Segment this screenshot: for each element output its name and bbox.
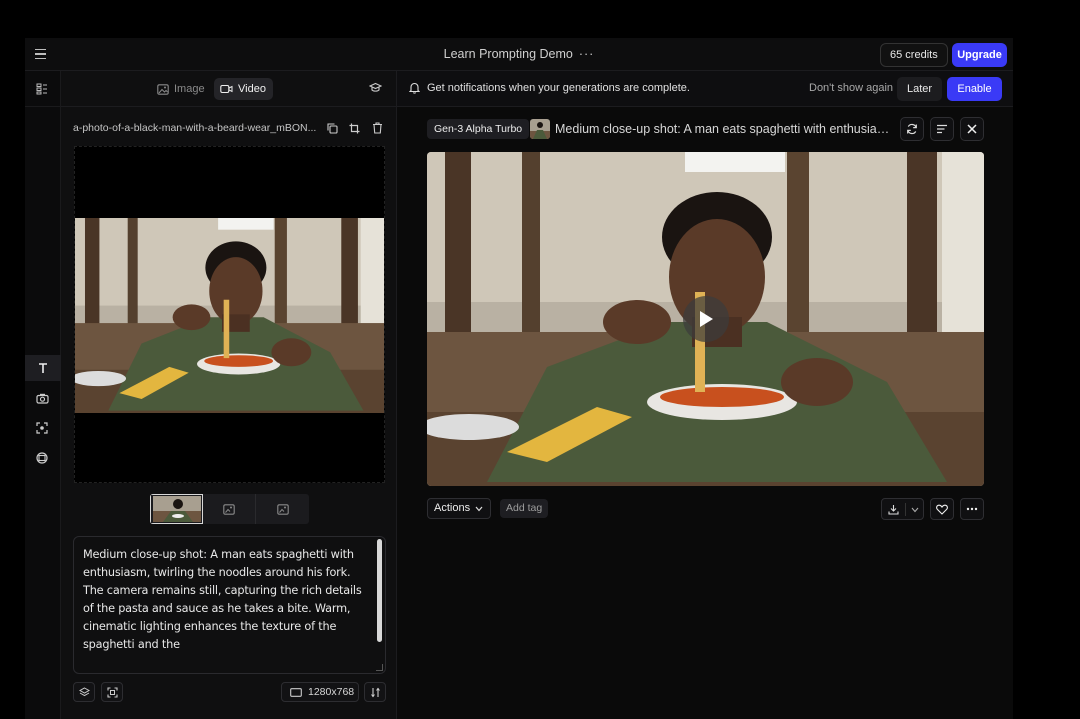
model-badge: Gen-3 Alpha Turbo xyxy=(427,119,530,139)
actions-dropdown[interactable]: Actions xyxy=(427,498,491,519)
notification-text: Get notifications when your generations … xyxy=(427,82,690,94)
close-icon xyxy=(967,124,977,134)
regenerate-button[interactable] xyxy=(900,117,924,141)
camera-icon[interactable] xyxy=(34,390,50,406)
generation-header: Gen-3 Alpha Turbo Medium close-up shot: … xyxy=(427,117,985,141)
add-image-icon xyxy=(223,503,235,515)
sliders-icon xyxy=(370,687,380,697)
prompt-textarea[interactable]: Medium close-up shot: A man eats spaghet… xyxy=(73,536,386,674)
thumbnail-last-frame[interactable] xyxy=(256,494,309,524)
tab-video-label: Video xyxy=(238,83,266,95)
details-button[interactable] xyxy=(930,117,954,141)
close-button[interactable] xyxy=(960,117,984,141)
generation-thumbnail xyxy=(530,119,550,139)
credits-badge[interactable]: 65 credits xyxy=(880,43,948,67)
text-icon[interactable] xyxy=(25,355,61,381)
actions-label: Actions xyxy=(434,502,471,514)
file-row: a-photo-of-a-black-man-with-a-beard-wear… xyxy=(73,121,385,137)
heart-icon xyxy=(936,504,948,515)
source-filename[interactable]: a-photo-of-a-black-man-with-a-beard-wear… xyxy=(73,122,319,134)
source-image-preview[interactable] xyxy=(74,146,385,483)
thumbnail-first-frame[interactable] xyxy=(150,494,203,524)
download-icon xyxy=(888,505,899,515)
bell-icon xyxy=(409,82,420,94)
settings-button[interactable] xyxy=(364,682,386,702)
tab-video[interactable]: Video xyxy=(214,78,273,100)
focus-icon xyxy=(106,686,118,698)
thumbnail-add-frame[interactable] xyxy=(203,494,256,524)
mode-tabs: Image Video xyxy=(61,71,397,107)
prompt-toolbar: 1280x768 xyxy=(73,682,386,704)
left-panel: Image Video a-photo-of-a-black-man-with-… xyxy=(61,71,397,719)
learn-icon[interactable] xyxy=(368,82,383,96)
add-image-icon xyxy=(276,503,289,515)
frame-thumbnails xyxy=(150,494,309,524)
chevron-down-icon xyxy=(911,507,919,513)
more-horizontal-icon xyxy=(966,507,978,511)
tab-image[interactable]: Image xyxy=(151,78,212,100)
app-title-text: Learn Prompting Demo xyxy=(443,47,573,61)
more-options-button[interactable] xyxy=(960,498,984,520)
dont-show-again-link[interactable]: Don't show again xyxy=(809,82,893,94)
tool-rail xyxy=(25,71,61,719)
source-image xyxy=(75,218,384,413)
top-bar: Learn Prompting Demo ··· 65 credits Upgra… xyxy=(25,38,1013,71)
download-button[interactable] xyxy=(881,498,924,520)
notification-bar: Get notifications when your generations … xyxy=(397,71,1013,107)
resolution-label: 1280x768 xyxy=(308,686,355,698)
frame-icon[interactable] xyxy=(34,450,50,466)
chevron-down-icon xyxy=(475,506,483,512)
crop-icon[interactable] xyxy=(347,121,361,135)
app-window: Learn Prompting Demo ··· 65 credits Upgra… xyxy=(25,38,1013,719)
enable-button[interactable]: Enable xyxy=(947,77,1002,101)
play-icon xyxy=(700,311,713,327)
motion-icon[interactable] xyxy=(34,420,50,436)
upgrade-button[interactable]: Upgrade xyxy=(952,43,1007,67)
prompt-text[interactable]: Medium close-up shot: A man eats spaghet… xyxy=(83,546,368,656)
play-button[interactable] xyxy=(683,296,729,342)
resize-handle[interactable] xyxy=(376,664,383,671)
text-lines-icon xyxy=(937,124,947,134)
aspect-ratio-icon xyxy=(290,687,302,697)
generation-title: Medium close-up shot: A man eats spaghet… xyxy=(555,122,895,136)
focus-button[interactable] xyxy=(101,682,123,702)
generation-actions: Actions Add tag xyxy=(427,498,985,520)
resolution-button[interactable]: 1280x768 xyxy=(281,682,359,702)
layers-icon xyxy=(78,686,90,696)
favorite-button[interactable] xyxy=(930,498,954,520)
later-button[interactable]: Later xyxy=(897,77,942,101)
trash-icon[interactable] xyxy=(370,121,384,135)
refresh-icon xyxy=(907,123,917,135)
image-icon xyxy=(157,83,169,95)
prompt-scrollbar[interactable] xyxy=(377,539,382,642)
generation-area: Get notifications when your generations … xyxy=(397,71,1013,719)
tab-image-label: Image xyxy=(174,83,205,95)
rail-header xyxy=(25,71,61,107)
more-icon[interactable]: ··· xyxy=(579,47,595,61)
video-player[interactable] xyxy=(427,152,984,486)
copy-icon[interactable] xyxy=(325,121,339,135)
divider xyxy=(905,503,906,516)
layers-button[interactable] xyxy=(73,682,95,702)
video-icon xyxy=(220,84,233,94)
add-tag-button[interactable]: Add tag xyxy=(500,499,549,518)
sidebar-toggle-icon[interactable] xyxy=(34,81,50,97)
app-title: Learn Prompting Demo ··· xyxy=(25,47,1013,61)
